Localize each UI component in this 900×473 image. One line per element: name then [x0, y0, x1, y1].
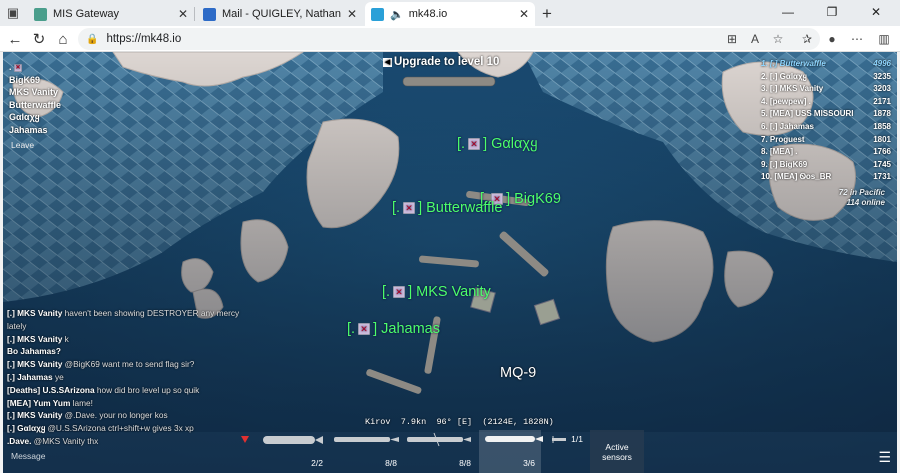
tab-title: MIS Gateway [53, 8, 120, 20]
ship-heading: 96° [E] [436, 417, 473, 427]
leaderboard: 1. [.] Butterwaffle 4996 2. [.] Gαlαχყ 323… [761, 58, 891, 209]
leaderboard-row: 4. [pewpew] . 2171 [761, 96, 891, 106]
tab-title: Mail - QUIGLEY, Nathan (nquig3) [222, 8, 343, 20]
team-panel: . ✕ BigK69 MKS Vanity Butterwaffle Gαlαχ… [9, 61, 61, 137]
read-aloud-icon[interactable]: A [745, 29, 765, 49]
leaderboard-row: 2. [.] Gαlαχყ 3235 [761, 71, 891, 81]
back-button[interactable]: ← [4, 29, 26, 49]
team-member: Jahamas [9, 124, 48, 135]
favorites-icon[interactable]: ✰ [797, 29, 817, 49]
chat-line: [.] Jahamas ye [7, 371, 64, 382]
url-text: https://mk48.io [106, 33, 182, 45]
chat-line: [.] MKS Vanity @BigK69 want me to send f… [7, 359, 195, 370]
armament-warning-icon [241, 436, 249, 443]
close-tab-icon[interactable]: ✕ [519, 7, 529, 21]
ship-label: [. ✕] Jahamas [347, 321, 440, 337]
online-count: 114 online [846, 198, 885, 208]
server-info: 72 in Pacific 114 online [761, 188, 891, 209]
flag-icon: ✕ [358, 323, 371, 336]
chat-line: [.] MKS Vanity @.Dave. your no longer ko… [7, 410, 168, 421]
chat-line: [Deaths] U.S.SArizona how did bro level … [7, 384, 200, 395]
leaderboard-row: 3. [.] MKS Vanity 3203 [761, 84, 891, 94]
tab-mis-gateway[interactable]: MIS Gateway ✕ [28, 2, 194, 26]
tab-title: mk48.io [408, 8, 448, 20]
tab-separator [194, 7, 195, 21]
browser-tab-bar: ▣ MIS Gateway ✕ Mail - QUIGLEY, Nathan (… [0, 0, 900, 26]
tab-actions-icon[interactable]: ▣ [0, 0, 26, 26]
server-region-count: 72 in Pacific [838, 187, 885, 197]
refresh-button[interactable]: ↻ [28, 29, 50, 49]
leaderboard-row: 7. Proguest 1801 [761, 134, 891, 144]
close-window-button[interactable]: ✕ [854, 0, 898, 24]
hamburger-menu-icon[interactable]: ☰ [878, 449, 891, 466]
maximize-button[interactable]: ❐ [810, 0, 854, 24]
chat-line: [MEA] Yum Yum lame! [7, 397, 93, 408]
ship-speed: 7.9kn [400, 417, 427, 427]
team-tag: . ✕ [9, 62, 23, 72]
close-tab-icon[interactable]: ✕ [347, 7, 357, 21]
sidebar-icon[interactable]: ▥ [874, 29, 894, 49]
leaderboard-row: 5. [MEA] USS MISSOURI 1878 [761, 109, 891, 119]
weapon-slot[interactable]: 8/8 [405, 430, 477, 473]
ship-status: Kirov 7.9kn 96° [E] (2124E, 1828N) [365, 417, 554, 427]
weapon-slot[interactable]: 8/8 [331, 430, 403, 473]
flag-icon: ✕ [468, 138, 481, 151]
aircraft-label: MQ-9 [500, 365, 537, 381]
mis-gateway-favicon [34, 7, 47, 21]
leaderboard-row: 10. [MEA] Ꮻos_BR 1731 [761, 172, 891, 182]
tab-mk48[interactable]: 🔈 mk48.io ✕ [365, 2, 535, 26]
team-member: BigK69 [9, 74, 41, 85]
team-member: MKS Vanity [9, 87, 59, 98]
upgrade-key-icon: ◀ [383, 58, 392, 67]
team-member: Gαlαχყ [9, 112, 40, 123]
weapon-slot[interactable]: 1/1 [543, 430, 589, 473]
leaderboard-row: 9. [.] BigK69 1745 [761, 159, 891, 169]
chat-line: [.] MKS Vanity haven't been showing DEST… [7, 308, 240, 331]
mail-favicon [203, 7, 216, 21]
chat-log: [.] MKS Vanity haven't been showing DEST… [7, 307, 247, 448]
ship-class: Kirov [365, 417, 391, 427]
ship-label: [. ✕] MKS Vanity [382, 284, 491, 300]
home-button[interactable]: ⌂ [52, 29, 74, 49]
upgrade-text: Upgrade to level 10 [394, 56, 500, 68]
ship-label: [. ✕] Gαlαχყ [457, 136, 538, 152]
weapon-slot-selected[interactable]: 3/6 [479, 430, 541, 473]
close-tab-icon[interactable]: ✕ [178, 7, 188, 21]
game-canvas[interactable]: . ✕ BigK69 MKS Vanity Butterwaffle Gαlαχ… [3, 52, 897, 473]
ship-label: [. ✕] Butterwaffle [392, 200, 503, 216]
mk48-favicon [371, 7, 384, 21]
chat-line: [.] Gαlαχყ @U.S.SArizona ctrl+shift+w gi… [7, 423, 194, 434]
lock-icon[interactable]: 🔒 [86, 34, 98, 45]
speaker-icon[interactable]: 🔈 [390, 8, 404, 21]
weapon-bar: 2/2 8/8 8/8 3/6 1/1 [239, 430, 643, 473]
url-field[interactable]: 🔒 https://mk48.io [78, 28, 820, 50]
chat-line: [.] MKS Vanity k [7, 333, 69, 344]
ship-coords: (2124E, 1828N) [482, 417, 554, 427]
flag-icon: ✕ [393, 286, 406, 299]
upgrade-prompt[interactable]: ◀ Upgrade to level 10 [383, 56, 499, 68]
chat-line: .Dave. @MKS Vanity thx [7, 435, 99, 446]
flag-icon: ✕ [14, 63, 23, 72]
profile-avatar[interactable]: ● [822, 29, 842, 49]
minimize-button[interactable]: — [766, 0, 810, 24]
app-available-icon[interactable]: ⊞ [722, 29, 742, 49]
leaderboard-row: 8. [MEA] . 1766 [761, 147, 891, 157]
team-member: Butterwaffle [9, 99, 62, 110]
tab-mail[interactable]: Mail - QUIGLEY, Nathan (nquig3) ✕ [197, 2, 363, 26]
active-sensors-button[interactable]: Active sensors [590, 430, 644, 473]
new-tab-button[interactable]: + [535, 2, 559, 26]
more-menu-icon[interactable]: ⋯ [847, 29, 867, 49]
chat-input[interactable]: Message [11, 451, 46, 461]
leaderboard-row: 1. [.] Butterwaffle 4996 [761, 59, 891, 68]
address-bar-row: ← ↻ ⌂ 🔒 https://mk48.io ⊞ A ☆ ✰ ● ⋯ ▥ [0, 26, 900, 52]
chat-line: Bo Jahamas? [7, 346, 61, 357]
favorite-star-icon[interactable]: ☆ [768, 29, 788, 49]
flag-icon: ✕ [403, 202, 416, 215]
leaderboard-row: 6. [.] Jahamas 1858 [761, 121, 891, 131]
leave-team-button[interactable]: Leave [11, 140, 34, 150]
weapon-slot[interactable]: 2/2 [259, 430, 329, 473]
